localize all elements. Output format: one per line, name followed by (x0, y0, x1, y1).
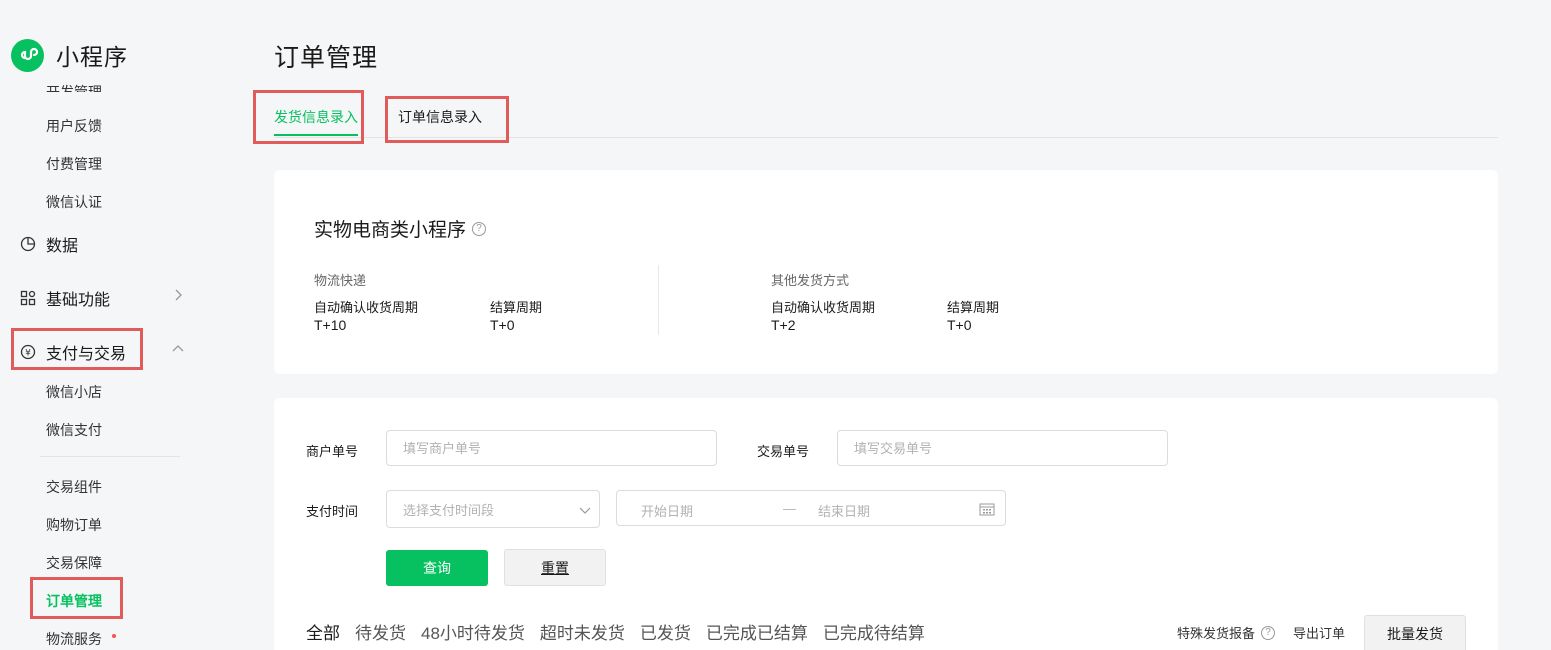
sidebar-item-trade-guarantee[interactable]: 交易保障 (46, 553, 102, 573)
grid-icon (20, 290, 36, 306)
sidebar-item-trade-component[interactable]: 交易组件 (46, 477, 102, 497)
confirm-period-value: T+2 (771, 317, 796, 333)
card-title: 实物电商类小程序 ? (314, 215, 487, 242)
card-title-text: 实物电商类小程序 (314, 220, 467, 241)
reset-button[interactable]: 重置 (504, 549, 606, 586)
status-tab-settled[interactable]: 已完成已结算 (706, 619, 808, 644)
batch-ship-button[interactable]: 批量发货 (1364, 615, 1466, 650)
highlight-box-tab-shipping (253, 90, 364, 144)
merchant-no-input[interactable] (386, 430, 717, 466)
mini-program-logo-icon (11, 38, 44, 72)
start-date-field[interactable]: 开始日期 (641, 501, 693, 520)
status-tab-shipped[interactable]: 已发货 (640, 619, 691, 644)
special-shipping-label: 特殊发货报备 (1177, 626, 1256, 641)
pay-time-label: 支付时间 (306, 504, 359, 519)
sidebar-group-label: 数据 (46, 238, 79, 255)
settle-period-label: 结算周期 (947, 300, 1000, 315)
settle-period-value: T+0 (947, 317, 972, 333)
date-range-picker[interactable]: 开始日期 — 结束日期 (616, 490, 1006, 526)
pay-time-select[interactable]: 选择支付时间段 (386, 490, 600, 528)
calendar-icon (979, 503, 995, 516)
notification-dot (112, 634, 116, 638)
sidebar-item-dev[interactable]: 开发管理 (46, 78, 102, 92)
confirm-period-label: 自动确认收货周期 (771, 300, 876, 315)
confirm-period-label: 自动确认收货周期 (314, 300, 419, 315)
highlight-box-pay-group (11, 328, 143, 370)
vertical-divider (658, 265, 659, 335)
sidebar-item-shopping-orders[interactable]: 购物订单 (46, 515, 102, 535)
pie-chart-icon (20, 236, 36, 252)
order-filter-card: 商户单号 交易单号 支付时间 选择支付时间段 开始日期 — 结束日期 查询 重置… (274, 398, 1498, 650)
pay-time-select-value: 选择支付时间段 (403, 502, 495, 518)
sidebar: 小程序 开发管理 用户反馈 付费管理 微信认证 数据 基础功能 ¥ 支付与交易 … (0, 0, 215, 650)
sidebar-item-logistics[interactable]: 物流服务 (46, 629, 102, 649)
trade-no-input[interactable] (837, 430, 1168, 466)
chevron-right-icon (175, 289, 182, 301)
range-separator: — (783, 501, 796, 516)
settle-period-value: T+0 (490, 317, 515, 333)
special-shipping-link[interactable]: 特殊发货报备 ? (1177, 623, 1276, 642)
highlight-box-tab-order (385, 96, 509, 143)
trade-no-label: 交易单号 (757, 444, 810, 459)
sidebar-item-wechat-verify[interactable]: 微信认证 (46, 192, 102, 212)
sidebar-item-feedback[interactable]: 用户反馈 (46, 116, 102, 136)
help-icon[interactable]: ? (472, 221, 487, 236)
status-tab-pending[interactable]: 待发货 (355, 619, 406, 644)
page-title: 订单管理 (274, 44, 379, 72)
sidebar-divider (40, 456, 180, 457)
settlement-info-card: 实物电商类小程序 ? 物流快递 自动确认收货周期 T+10 结算周期 T+0 其… (274, 170, 1498, 374)
order-status-tabs: 全部 待发货 48小时待发货 超时未发货 已发货 已完成已结算 已完成待结算 (306, 619, 940, 644)
app-title: 小程序 (56, 44, 128, 70)
status-tab-48h[interactable]: 48小时待发货 (421, 619, 525, 644)
sidebar-item-wechat-shop[interactable]: 微信小店 (46, 382, 102, 402)
end-date-field[interactable]: 结束日期 (818, 501, 870, 520)
sidebar-item-wechat-pay[interactable]: 微信支付 (46, 420, 102, 440)
merchant-no-label: 商户单号 (306, 444, 359, 459)
chevron-down-icon (579, 507, 591, 514)
help-icon[interactable]: ? (1261, 625, 1276, 640)
confirm-period-value: T+10 (314, 317, 347, 333)
sidebar-item-payment-mgmt[interactable]: 付费管理 (46, 154, 102, 174)
sidebar-group-data[interactable]: 数据 (20, 232, 78, 256)
export-orders-link[interactable]: 导出订单 (1293, 623, 1345, 642)
query-button[interactable]: 查询 (386, 550, 488, 586)
section-other-shipping: 其他发货方式 (771, 273, 850, 288)
section-express: 物流快递 (314, 273, 367, 288)
chevron-up-icon (172, 345, 184, 352)
settle-period-label: 结算周期 (490, 300, 543, 315)
status-tab-all[interactable]: 全部 (306, 619, 340, 644)
sidebar-group-label: 基础功能 (46, 292, 111, 309)
app-logo[interactable]: 小程序 (11, 38, 128, 72)
status-tab-to-settle[interactable]: 已完成待结算 (823, 619, 925, 644)
sidebar-group-basic[interactable]: 基础功能 (20, 286, 110, 310)
status-tab-overdue[interactable]: 超时未发货 (540, 619, 625, 644)
highlight-box-order-mgmt (30, 577, 123, 619)
